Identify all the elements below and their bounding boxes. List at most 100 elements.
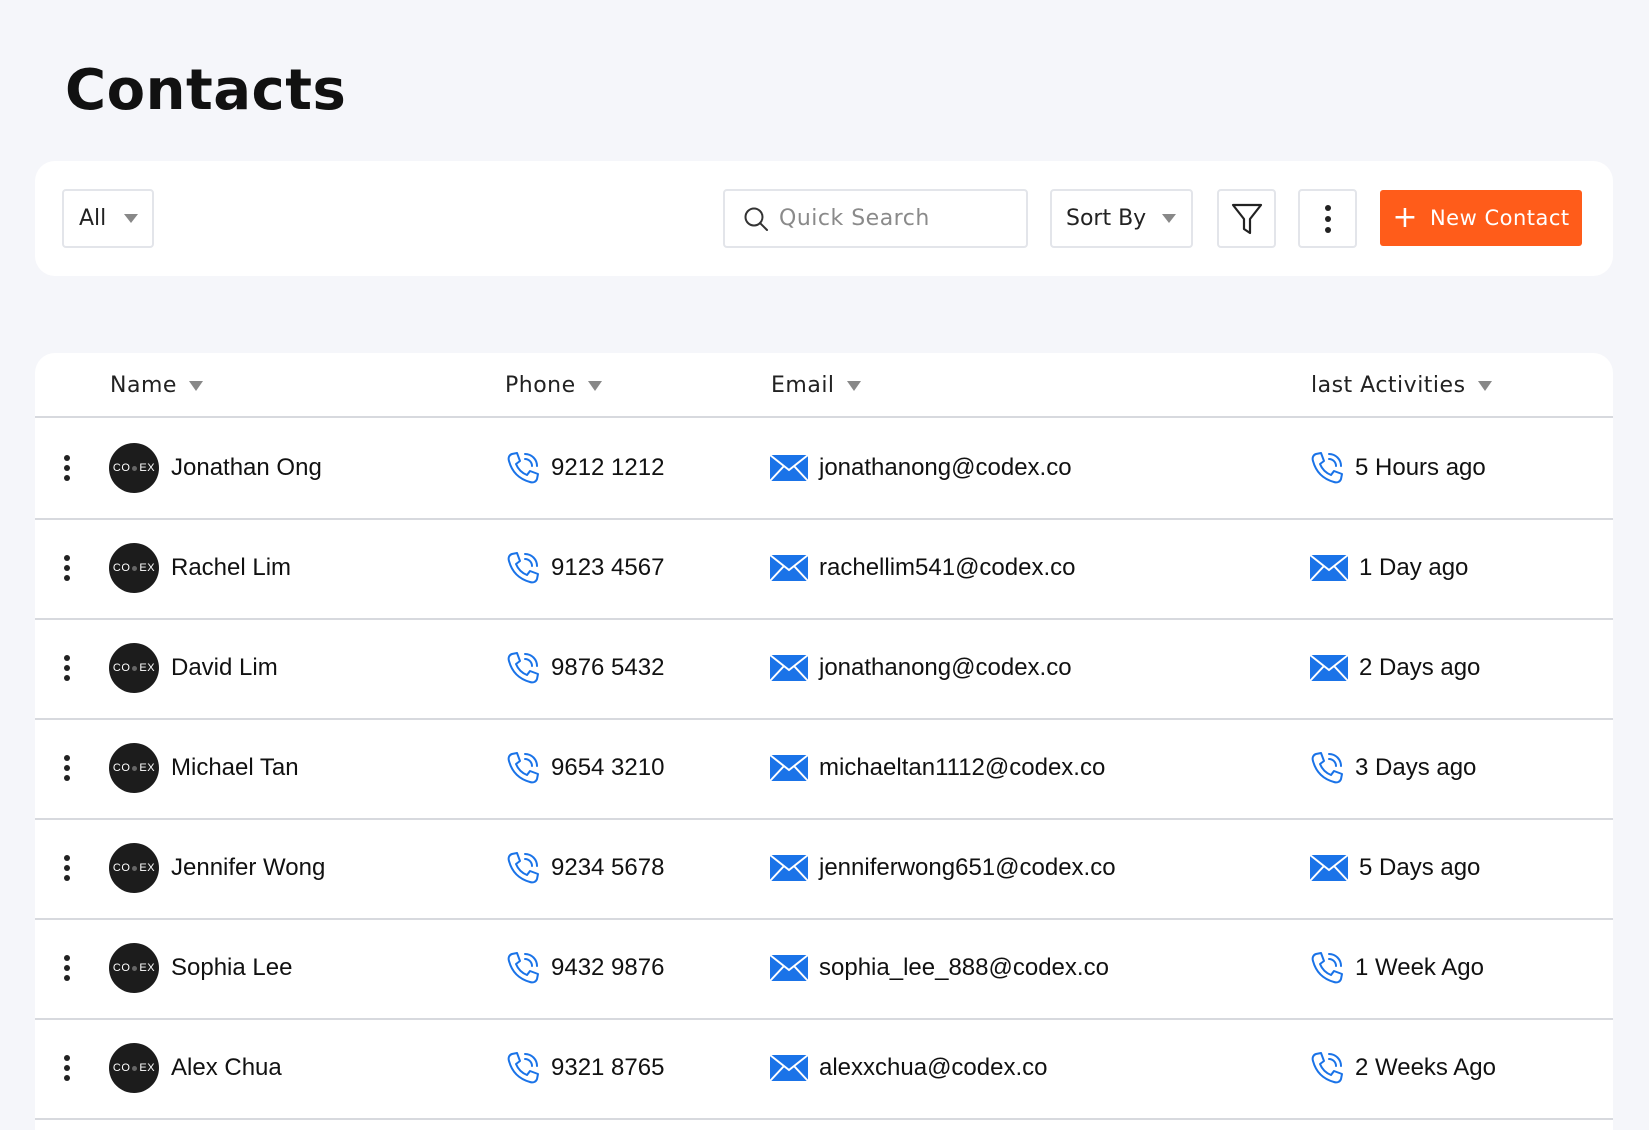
- avatar-logo-right: EX: [139, 562, 156, 574]
- contact-email-cell[interactable]: jonathanong@codex.co: [769, 618, 1072, 718]
- avatar-logo-right: EX: [139, 462, 156, 474]
- table-row[interactable]: CO EX David Lim 9876 5432 jonathanong@cod…: [35, 618, 1613, 720]
- avatar: CO EX: [109, 743, 159, 793]
- table-header: Name Phone Email last Activities: [35, 353, 1613, 418]
- table-row[interactable]: CO EX Alex Chua 9321 8765 alexxchua@codex…: [35, 1018, 1613, 1120]
- column-header-phone[interactable]: Phone: [505, 373, 602, 398]
- sort-dropdown-label: Sort By: [1066, 206, 1147, 231]
- last-activity: 5 Hours ago: [1355, 454, 1486, 481]
- contact-name-cell[interactable]: CO EX Jonathan Ong: [109, 418, 322, 518]
- mail-icon: [769, 754, 809, 782]
- last-activity-cell: 2 Days ago: [1309, 618, 1480, 718]
- last-activity: 5 Days ago: [1359, 854, 1481, 881]
- more-options-button[interactable]: [1298, 189, 1357, 248]
- filter-dropdown[interactable]: All: [62, 189, 154, 248]
- contact-phone-cell[interactable]: 9212 1212: [505, 418, 664, 518]
- avatar-logo-right: EX: [139, 762, 156, 774]
- filter-button[interactable]: [1217, 189, 1276, 248]
- filter-dropdown-value: All: [79, 206, 107, 231]
- table-row[interactable]: CO EX Jennifer Wong 9234 5678 jenniferwon…: [35, 818, 1613, 920]
- funnel-icon: [1231, 203, 1262, 234]
- phone-icon: [505, 450, 541, 486]
- contact-phone-cell[interactable]: 9123 4567: [505, 518, 664, 618]
- column-header-name[interactable]: Name: [110, 373, 203, 398]
- new-contact-label: New Contact: [1429, 206, 1570, 230]
- last-activity-cell: 2 Weeks Ago: [1309, 1018, 1496, 1118]
- last-activity: 3 Days ago: [1355, 754, 1477, 781]
- contact-name-cell[interactable]: CO EX Sophia Lee: [109, 918, 292, 1018]
- contact-name-cell[interactable]: CO EX Michael Tan: [109, 718, 299, 818]
- contact-phone-cell[interactable]: 9321 8765: [505, 1018, 664, 1118]
- contact-phone-cell[interactable]: 9654 3210: [505, 718, 664, 818]
- contacts-table: Name Phone Email last Activities CO EX Jo…: [35, 353, 1613, 1130]
- last-activity-cell: 1 Day ago: [1309, 518, 1468, 618]
- phone-icon: [505, 850, 541, 886]
- contact-email-cell[interactable]: sophia_lee_888@codex.co: [769, 918, 1109, 1018]
- contact-phone: 9876 5432: [551, 654, 665, 681]
- contact-email: jenniferwong651@codex.co: [819, 854, 1116, 881]
- last-activity-cell: 1 Week Ago: [1309, 918, 1484, 1018]
- row-menu-button[interactable]: [55, 1018, 79, 1118]
- contact-email-cell[interactable]: michaeltan1112@codex.co: [769, 718, 1105, 818]
- kebab-menu-icon: [64, 455, 70, 481]
- avatar-logo-left: CO: [112, 562, 131, 574]
- row-menu-button[interactable]: [55, 418, 79, 518]
- row-menu-button[interactable]: [55, 818, 79, 918]
- contact-phone-cell[interactable]: 9876 5432: [505, 618, 664, 718]
- mail-icon: [769, 454, 809, 482]
- table-row[interactable]: CO EX Rachel Lim 9123 4567 rachellim541@c…: [35, 518, 1613, 620]
- contact-phone-cell[interactable]: 9432 9876: [505, 918, 664, 1018]
- contact-name-cell[interactable]: CO EX Alex Chua: [109, 1018, 282, 1118]
- chevron-down-icon: [1162, 214, 1177, 223]
- avatar-logo-left: CO: [112, 862, 131, 874]
- contact-name-cell[interactable]: CO EX David Lim: [109, 618, 278, 718]
- contact-phone: 9321 8765: [551, 1054, 665, 1081]
- mail-icon: [1309, 554, 1349, 582]
- toolbar: All Quick Search Sort By + New Contact: [35, 161, 1613, 276]
- search-input[interactable]: Quick Search: [723, 189, 1028, 248]
- contact-name: Jonathan Ong: [171, 454, 322, 481]
- row-menu-button[interactable]: [55, 918, 79, 1018]
- table-row[interactable]: CO EX Jonathan Ong 9212 1212 jonathanong@…: [35, 418, 1613, 520]
- contact-email-cell[interactable]: jonathanong@codex.co: [769, 418, 1072, 518]
- table-row[interactable]: CO EX Michael Tan 9654 3210 michaeltan111…: [35, 718, 1613, 820]
- chevron-down-icon: [846, 380, 861, 391]
- contact-email: jonathanong@codex.co: [819, 654, 1072, 681]
- phone-icon: [505, 1050, 541, 1086]
- contact-email: alexxchua@codex.co: [819, 1054, 1048, 1081]
- avatar-logo-right: EX: [139, 962, 156, 974]
- kebab-menu-icon: [64, 955, 70, 981]
- plus-icon: +: [1392, 200, 1418, 235]
- last-activity: 1 Week Ago: [1355, 954, 1484, 981]
- phone-icon: [1309, 950, 1345, 986]
- phone-icon: [1309, 750, 1345, 786]
- last-activity: 2 Days ago: [1359, 654, 1481, 681]
- row-menu-button[interactable]: [55, 618, 79, 718]
- mail-icon: [769, 854, 809, 882]
- new-contact-button[interactable]: + New Contact: [1380, 190, 1582, 246]
- column-header-email[interactable]: Email: [771, 373, 861, 398]
- contact-phone: 9123 4567: [551, 554, 665, 581]
- contact-name-cell[interactable]: CO EX Rachel Lim: [109, 518, 291, 618]
- chevron-down-icon: [587, 380, 602, 391]
- phone-icon: [1309, 1050, 1345, 1086]
- table-row[interactable]: CO EX Sophia Lee 9432 9876 sophia_lee_888…: [35, 918, 1613, 1020]
- contact-email: rachellim541@codex.co: [819, 554, 1076, 581]
- column-header-last-activities[interactable]: last Activities: [1311, 373, 1492, 398]
- avatar-logo-right: EX: [139, 662, 156, 674]
- row-menu-button[interactable]: [55, 718, 79, 818]
- contact-name-cell[interactable]: CO EX Jennifer Wong: [109, 818, 325, 918]
- phone-icon: [505, 950, 541, 986]
- avatar: CO EX: [109, 643, 159, 693]
- contact-email-cell[interactable]: alexxchua@codex.co: [769, 1018, 1048, 1118]
- sort-dropdown[interactable]: Sort By: [1050, 189, 1193, 248]
- row-menu-button[interactable]: [55, 518, 79, 618]
- contact-email-cell[interactable]: jenniferwong651@codex.co: [769, 818, 1116, 918]
- contact-email-cell[interactable]: rachellim541@codex.co: [769, 518, 1076, 618]
- last-activity: 1 Day ago: [1359, 554, 1469, 581]
- kebab-menu-icon: [64, 1055, 70, 1081]
- contact-email: sophia_lee_888@codex.co: [819, 954, 1109, 981]
- avatar-logo-left: CO: [112, 1062, 131, 1074]
- mail-icon: [769, 1054, 809, 1082]
- contact-phone-cell[interactable]: 9234 5678: [505, 818, 664, 918]
